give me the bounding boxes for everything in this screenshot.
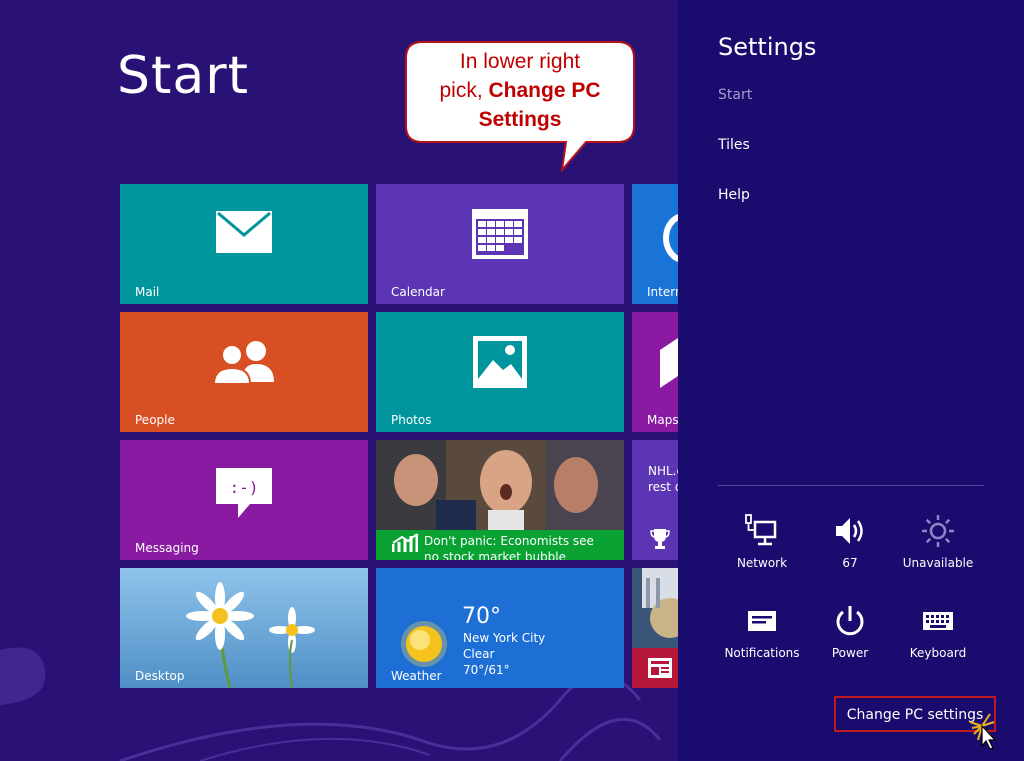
tile-people[interactable]: People <box>120 312 368 432</box>
settings-link-help[interactable]: Help <box>718 187 750 203</box>
callout-line-2-prefix: pick, <box>439 79 489 102</box>
quick-setting-notifications[interactable]: Notifications <box>718 604 806 660</box>
tile-label: Weather <box>391 669 442 683</box>
start-title: Start <box>117 46 250 106</box>
power-icon <box>836 606 864 636</box>
settings-divider <box>718 485 984 486</box>
news-icon <box>648 658 672 678</box>
sports-text-2: rest o <box>648 480 678 494</box>
tile-label: Desktop <box>135 669 185 683</box>
instruction-callout: In lower right pick, Change PC Settings <box>404 40 636 172</box>
quick-setting-label: Notifications <box>724 646 800 660</box>
weather-temp: 70° <box>462 604 501 629</box>
news-bar <box>632 648 678 688</box>
tile-label: Calendar <box>391 285 445 299</box>
tile-desktop[interactable]: Desktop <box>120 568 368 688</box>
quick-setting-power[interactable]: Power <box>806 604 894 660</box>
tile-maps[interactable]: Maps <box>632 312 678 432</box>
weather-condition: Clear <box>463 647 495 661</box>
internet-explorer-icon <box>663 214 678 262</box>
settings-link-start[interactable]: Start <box>718 87 752 103</box>
quick-setting-label: 67 <box>842 556 858 570</box>
people-icon <box>212 341 274 384</box>
quick-setting-volume[interactable]: 67 <box>806 514 894 570</box>
tile-label: Maps <box>647 413 678 427</box>
mouse-pointer-icon <box>969 713 997 750</box>
keyboard-icon <box>923 612 953 630</box>
news-photo <box>632 568 678 648</box>
tile-internet-explorer[interactable]: Intern <box>632 184 678 304</box>
tile-label: Messaging <box>135 541 199 555</box>
quick-setting-label: Power <box>831 646 869 660</box>
tile-sports[interactable]: NHL.c rest o <box>632 440 678 560</box>
tile-weather[interactable]: 70° New York City Clear 70°/61° Weather <box>376 568 624 688</box>
tile-messaging[interactable]: :-) Messaging <box>120 440 368 560</box>
callout-line-1: In lower right <box>459 50 581 73</box>
settings-title: Settings <box>718 33 817 61</box>
quick-setting-label: Network <box>736 556 788 570</box>
tile-calendar[interactable]: Calendar <box>376 184 624 304</box>
tile-finance[interactable]: Don't panic: Economists see no stock mar… <box>376 440 624 560</box>
callout-line-3-bold: Settings <box>478 108 562 131</box>
weather-range: 70°/61° <box>463 663 510 677</box>
finance-chart-icon <box>392 533 418 552</box>
notifications-icon <box>748 611 776 631</box>
tile-photos[interactable]: Photos <box>376 312 624 432</box>
tile-label: Mail <box>135 285 160 299</box>
photo-icon <box>473 336 527 388</box>
calendar-icon <box>472 209 528 259</box>
maps-icon <box>660 338 678 388</box>
finance-photo <box>376 440 624 530</box>
callout-line-2-bold: Change PC <box>488 79 601 102</box>
quick-setting-label: Unavailable <box>902 556 974 570</box>
sun-icon <box>401 621 447 667</box>
messaging-icon: :-) <box>216 468 272 518</box>
network-icon <box>745 514 777 546</box>
svg-text::-): :-) <box>230 478 259 497</box>
quick-setting-brightness[interactable]: Unavailable <box>894 514 982 570</box>
sports-text-1: NHL.c <box>648 464 678 478</box>
tile-news[interactable] <box>632 568 678 688</box>
weather-city: New York City <box>463 631 546 645</box>
volume-icon <box>836 518 863 544</box>
finance-headline-1: Don't panic: Economists see <box>424 534 594 548</box>
quick-setting-network[interactable]: Network <box>718 514 806 570</box>
settings-charm: Settings Start Tiles Help Network 67 Una… <box>678 0 1024 761</box>
finance-headline-2: no stock market bubble <box>424 550 566 560</box>
tile-label: Intern <box>647 285 678 299</box>
quick-setting-label: Keyboard <box>909 646 967 660</box>
trophy-icon <box>650 529 670 549</box>
settings-link-tiles[interactable]: Tiles <box>718 137 750 153</box>
brightness-icon <box>922 515 954 547</box>
tile-label: Photos <box>391 413 432 427</box>
tile-mail[interactable]: Mail <box>120 184 368 304</box>
tile-label: People <box>135 413 175 427</box>
quick-setting-keyboard[interactable]: Keyboard <box>894 604 982 660</box>
mail-icon <box>216 211 272 253</box>
